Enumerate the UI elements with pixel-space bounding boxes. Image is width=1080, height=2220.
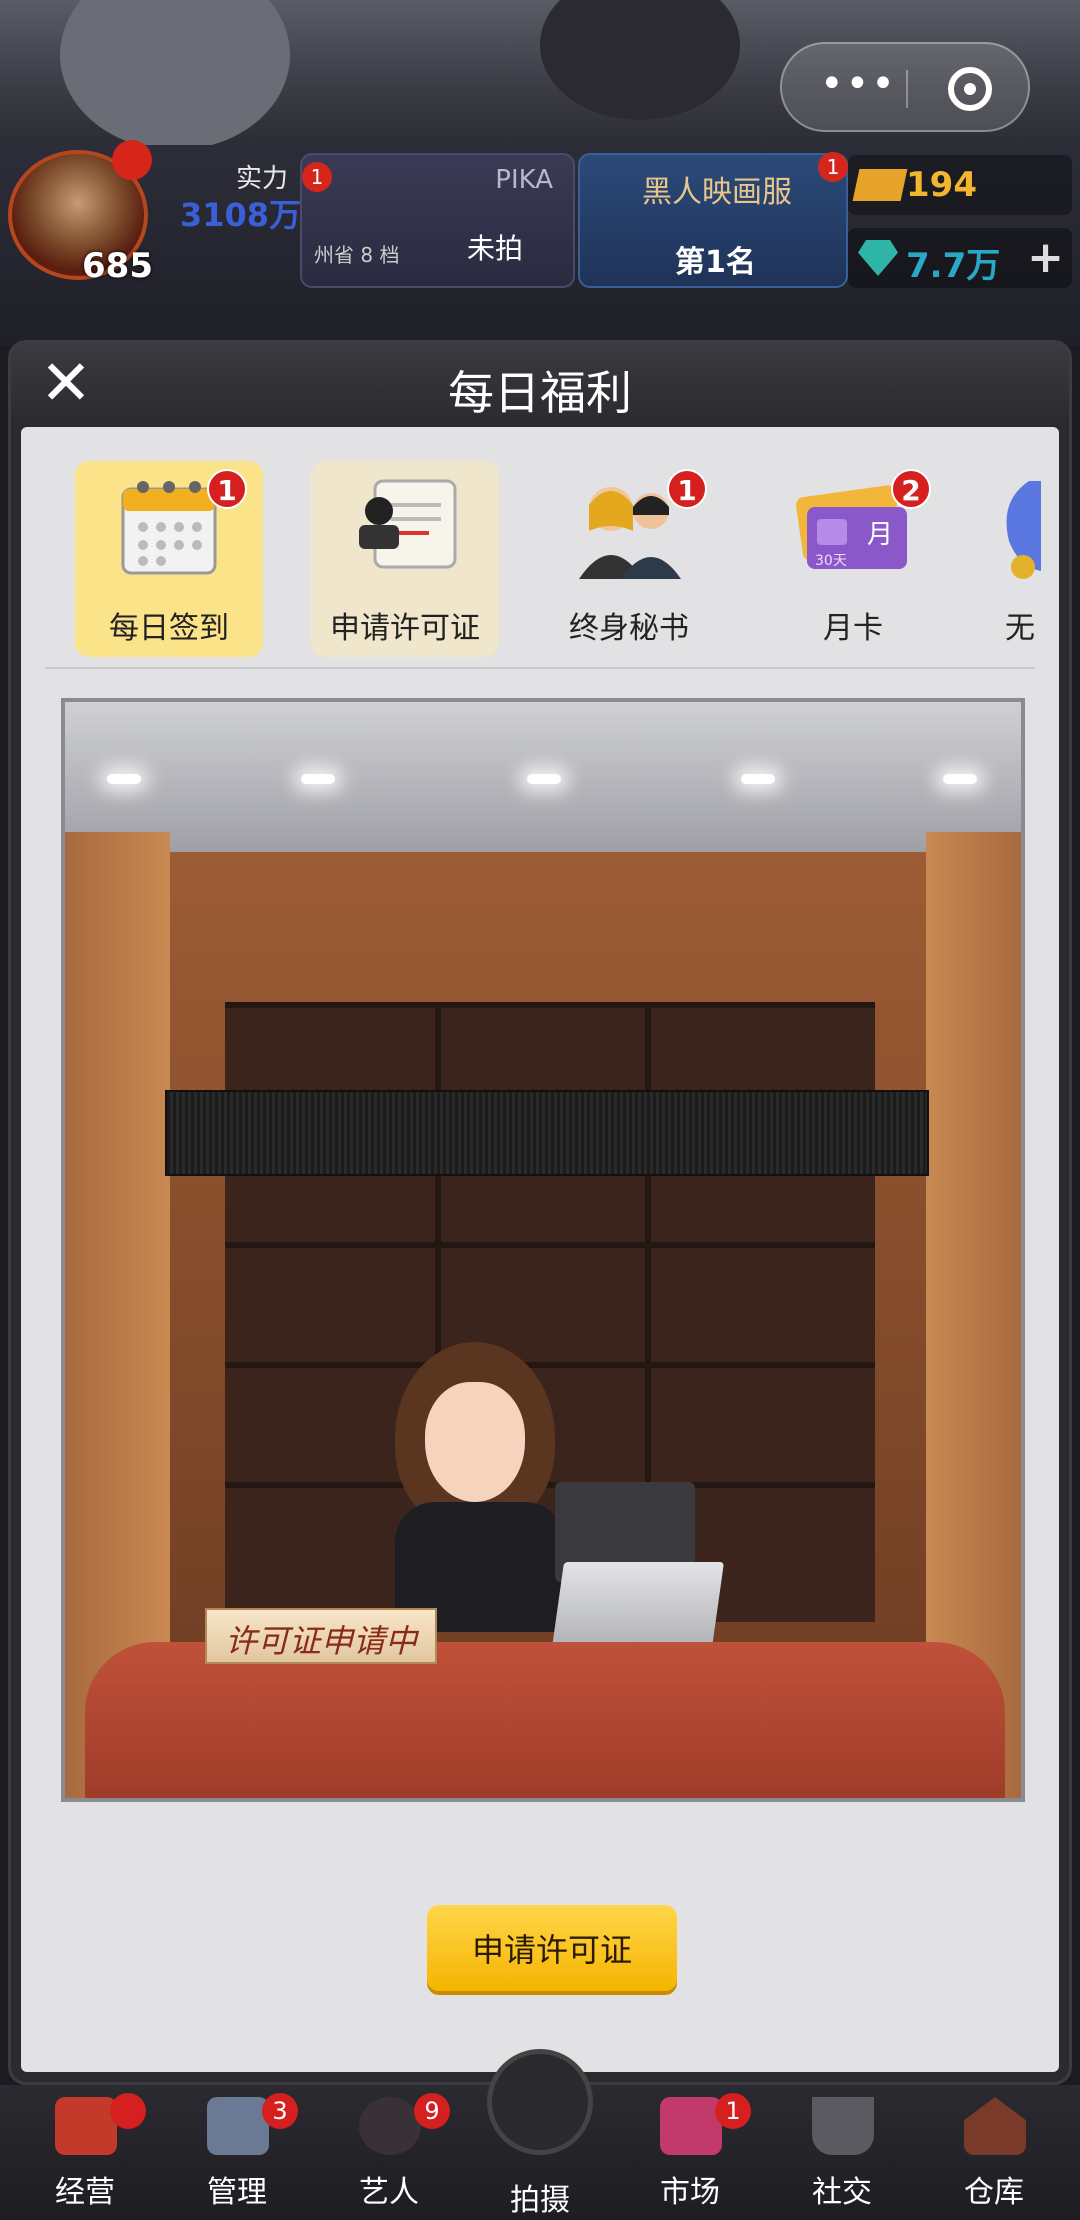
nav-badge: 1 — [715, 2093, 751, 2129]
ceiling-lamp — [741, 774, 775, 784]
bg-shape — [540, 0, 740, 120]
nav-label: 拍摄 — [510, 2183, 570, 2218]
nav-item-manage[interactable]: 3 管理 — [162, 2085, 312, 2220]
tab-label: 终身秘书 — [569, 611, 689, 646]
tab-label: 无 — [1005, 611, 1035, 646]
power-value: 3108万 — [180, 196, 302, 234]
game-screen: ••• 685 实力 3108万 PIKA 州省 8 档 未拍 1 黑人映画服 … — [0, 0, 1080, 2220]
black-sign-band — [165, 1090, 929, 1176]
modal-title: 每日福利 — [448, 366, 632, 420]
nav-item-business[interactable]: 经营 — [10, 2085, 160, 2220]
nav-item-warehouse[interactable]: 仓库 — [919, 2085, 1069, 2220]
tab-label: 月卡 — [823, 611, 883, 646]
ranking-position: 第1名 — [675, 245, 756, 280]
nav-item-shoot[interactable]: 拍摄 — [465, 2049, 615, 2220]
ceiling-lamp — [943, 774, 977, 784]
apply-license-button[interactable]: 申请许可证 — [427, 1905, 677, 1991]
studio-name: PIKA — [495, 165, 553, 195]
artist-icon — [359, 2097, 421, 2155]
secretary-face — [425, 1382, 525, 1502]
studio-status: 未拍 — [467, 232, 524, 265]
modal-header: ✕ 每日福利 — [11, 343, 1069, 423]
add-gems-button[interactable]: + — [1027, 232, 1064, 283]
daily-benefits-modal: ✕ 每日福利 1 每日签到 申请许可证 1 终身秘书 月 30天 2 月卡 无 … — [8, 340, 1072, 2085]
tab-badge: 1 — [207, 469, 247, 509]
nameplate-text: 许可证申请中 — [224, 1622, 417, 1660]
studio-tier: 州省 8 档 — [314, 243, 400, 267]
tab-more[interactable]: 无 — [983, 461, 1059, 657]
gold-bar-icon — [852, 169, 908, 201]
tab-label: 每日签到 — [109, 611, 229, 646]
popcorn-icon — [55, 2097, 117, 2155]
ranking-card[interactable]: 黑人映画服 第1名 — [578, 153, 848, 288]
nav-badge: 9 — [414, 2093, 450, 2129]
shelf-board — [225, 1002, 875, 1008]
reception-desk — [85, 1642, 1005, 1798]
film-reel-icon — [487, 2049, 593, 2155]
modal-body: 1 每日签到 申请许可证 1 终身秘书 月 30天 2 月卡 无 许可证申请中 … — [21, 427, 1059, 2072]
tab-month-card[interactable]: 月 30天 2 月卡 — [759, 461, 947, 657]
bg-shape — [60, 0, 290, 150]
ceiling-lamp — [107, 774, 141, 784]
trophy-icon — [1006, 481, 1041, 579]
tab-badge: 2 — [891, 469, 931, 509]
player-level: 685 — [82, 246, 153, 286]
nav-label: 社交 — [812, 2175, 872, 2210]
shelf-board — [225, 1482, 875, 1488]
benefit-tabs: 1 每日签到 申请许可证 1 终身秘书 月 30天 2 月卡 无 — [21, 427, 1059, 667]
month-card-month: 月 — [867, 520, 893, 550]
diamond-icon — [858, 240, 898, 276]
ranking-name: 黑人映画服 — [642, 175, 792, 210]
ceiling-lamp — [301, 774, 335, 784]
nav-badge: 3 — [262, 2093, 298, 2129]
studio-card[interactable]: PIKA 州省 8 档 未拍 — [300, 153, 575, 288]
manage-icon — [207, 2097, 269, 2155]
avatar-badge — [112, 140, 152, 180]
bottom-nav: 经营 3 管理 9 艺人 拍摄 1 市场 社交 仓库 — [0, 2049, 1080, 2220]
ranking-card-badge: 1 — [818, 152, 848, 182]
tab-daily-checkin[interactable]: 1 每日签到 — [75, 461, 263, 657]
tab-label: 申请许可证 — [330, 611, 480, 646]
shelf-board — [225, 1242, 875, 1248]
mini-program-capsule: ••• — [780, 42, 1030, 132]
gem-counter[interactable]: 7.7万 + — [848, 228, 1072, 288]
target-circle-icon[interactable] — [948, 67, 992, 111]
license-office-scene: 许可证申请中 — [61, 698, 1025, 1802]
more-dots-icon[interactable]: ••• — [820, 64, 897, 104]
tab-lifetime-secretary[interactable]: 1 终身秘书 — [535, 461, 723, 657]
nav-item-artist[interactable]: 9 艺人 — [314, 2085, 464, 2220]
tab-badge: 1 — [667, 469, 707, 509]
tabs-divider — [45, 667, 1035, 669]
apply-license-label: 申请许可证 — [471, 1931, 632, 1969]
nav-label: 市场 — [660, 2175, 720, 2210]
coffee-cup-icon — [812, 2097, 874, 2155]
warehouse-icon — [964, 2097, 1026, 2155]
nav-label: 管理 — [207, 2175, 267, 2210]
nav-item-market[interactable]: 1 市场 — [615, 2085, 765, 2220]
studio-card-badge: 1 — [302, 162, 332, 192]
tab-apply-license[interactable]: 申请许可证 — [311, 461, 499, 657]
nav-label: 艺人 — [359, 2175, 419, 2210]
market-icon — [660, 2097, 722, 2155]
gold-counter[interactable]: 194 — [848, 155, 1072, 215]
nav-label: 仓库 — [964, 2175, 1024, 2210]
nav-item-social[interactable]: 社交 — [767, 2085, 917, 2220]
gold-value: 194 — [906, 165, 977, 205]
license-scroll-icon — [359, 479, 457, 569]
ceiling-lamp — [527, 774, 561, 784]
shelf-board — [225, 1362, 875, 1368]
nav-badge-dot — [110, 2093, 146, 2129]
desk-nameplate: 许可证申请中 — [205, 1608, 437, 1664]
capsule-divider — [906, 70, 908, 108]
month-card-days: 30天 — [815, 553, 847, 569]
gem-value: 7.7万 — [906, 246, 1001, 286]
nav-label: 经营 — [55, 2175, 115, 2210]
